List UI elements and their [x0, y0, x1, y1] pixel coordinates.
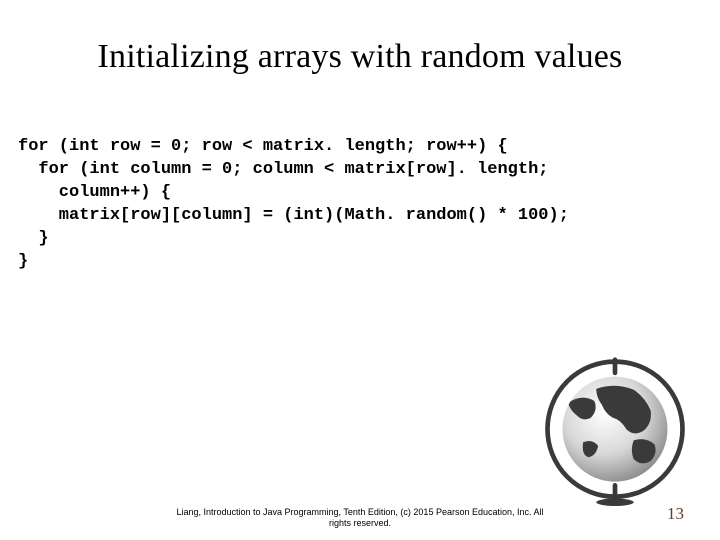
slide: Initializing arrays with random values f…: [0, 0, 720, 540]
footer-copyright: Liang, Introduction to Java Programming,…: [0, 507, 720, 530]
code-line: column++) {: [18, 183, 171, 202]
code-line: }: [18, 252, 28, 271]
slide-title: Initializing arrays with random values: [0, 0, 720, 76]
globe-icon: [540, 356, 690, 506]
code-line: for (int row = 0; row < matrix. length; …: [18, 137, 508, 156]
code-line: matrix[row][column] = (int)(Math. random…: [18, 206, 569, 225]
code-line: }: [18, 229, 49, 248]
footer-line: Liang, Introduction to Java Programming,…: [0, 507, 720, 519]
footer-line: rights reserved.: [0, 518, 720, 530]
code-line: for (int column = 0; column < matrix[row…: [18, 160, 549, 179]
code-block: for (int row = 0; row < matrix. length; …: [0, 76, 720, 274]
page-number: 13: [667, 504, 684, 524]
